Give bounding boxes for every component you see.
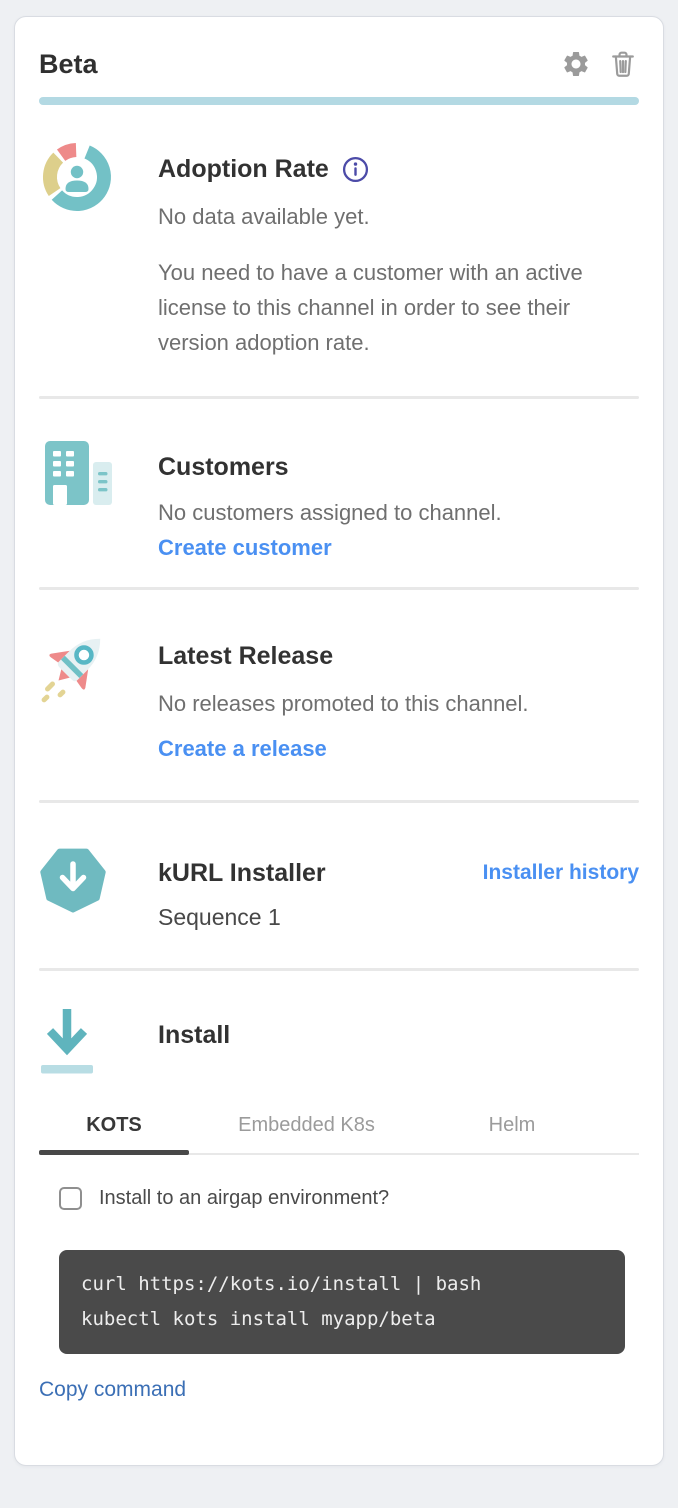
create-customer-link[interactable]: Create customer (158, 535, 332, 561)
airgap-row: Install to an airgap environment? (39, 1187, 639, 1210)
buildings-icon (39, 439, 158, 561)
customers-title: Customers (158, 449, 639, 485)
airgap-checkbox[interactable] (59, 1187, 82, 1210)
install-command-block: curl https://kots.io/install | bash kube… (59, 1250, 625, 1354)
info-icon[interactable] (342, 156, 369, 183)
install-tabs: KOTS Embedded K8s Helm (39, 1110, 639, 1155)
channel-title: Beta (39, 47, 98, 81)
tab-embedded-k8s[interactable]: Embedded K8s (189, 1110, 424, 1153)
release-empty-text: No releases promoted to this channel. (158, 688, 639, 720)
settings-gear-button[interactable] (559, 47, 593, 81)
card-header: Beta (39, 17, 639, 81)
channel-card: Beta (14, 16, 664, 1466)
create-release-link[interactable]: Create a release (158, 736, 327, 762)
rocket-icon (39, 628, 158, 762)
adoption-donut-user-icon (39, 139, 158, 360)
adoption-rate-title: Adoption Rate (158, 151, 329, 187)
tab-kots[interactable]: KOTS (39, 1110, 189, 1153)
installer-history-link[interactable]: Installer history (483, 861, 639, 885)
adoption-rate-section: Adoption Rate No data available yet. You… (39, 105, 639, 396)
download-arrow-icon (39, 1007, 158, 1080)
install-title: Install (158, 1017, 639, 1053)
installer-sequence: Sequence 1 (158, 901, 639, 934)
kurl-installer-title: kURL Installer (158, 855, 326, 891)
channel-accent-bar (39, 97, 639, 105)
copy-command-link[interactable]: Copy command (39, 1378, 186, 1402)
airgap-label[interactable]: Install to an airgap environment? (99, 1187, 389, 1210)
customers-empty-text: No customers assigned to channel. (158, 497, 639, 529)
header-actions (559, 47, 639, 81)
command-line-1: curl https://kots.io/install | bash (81, 1267, 603, 1302)
trash-icon (609, 67, 637, 82)
adoption-empty-text: No data available yet. (158, 201, 639, 233)
gear-icon (561, 67, 591, 82)
latest-release-section: Latest Release No releases promoted to t… (39, 590, 639, 800)
delete-channel-button[interactable] (607, 47, 639, 81)
heptagon-download-icon (39, 845, 158, 934)
customers-section: Customers No customers assigned to chann… (39, 399, 639, 587)
adoption-hint-text: You need to have a customer with an acti… (158, 255, 613, 360)
adoption-rate-heading-row: Adoption Rate (158, 151, 639, 187)
kurl-installer-section: kURL Installer Installer history Sequenc… (39, 803, 639, 968)
command-line-2: kubectl kots install myapp/beta (81, 1302, 603, 1337)
tab-helm[interactable]: Helm (424, 1110, 600, 1153)
latest-release-title: Latest Release (158, 638, 639, 674)
install-section: Install (39, 971, 639, 1080)
